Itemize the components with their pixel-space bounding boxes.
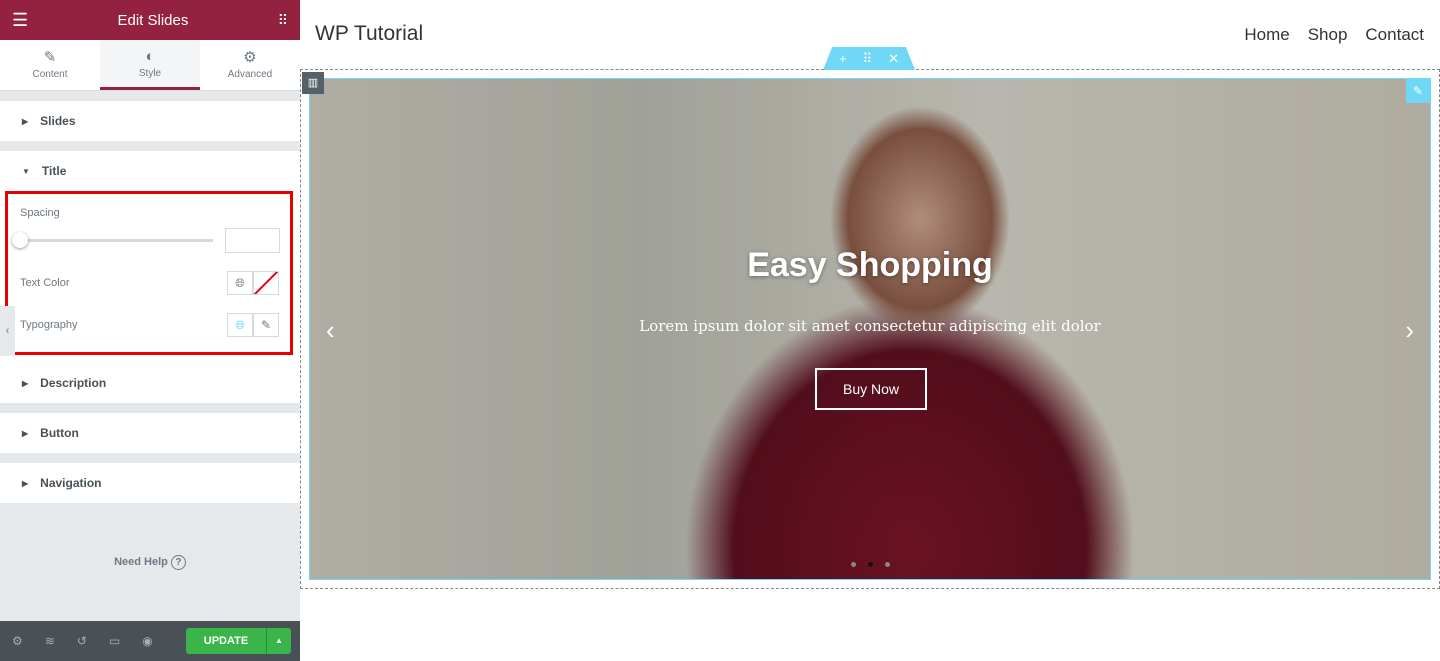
tab-label: Style: [138, 68, 162, 79]
need-help-link[interactable]: Need Help ?: [0, 555, 300, 570]
update-options-caret-icon[interactable]: ▲: [266, 628, 291, 654]
settings-icon[interactable]: ⚙: [12, 634, 23, 648]
editor-panel: ☰ Edit Slides ⠿ ✎ Content ◐ Style ⚙ Advance…: [0, 0, 300, 661]
column-handle-icon[interactable]: ▥: [302, 72, 324, 94]
global-fonts-icon[interactable]: 🌐︎: [227, 313, 253, 337]
global-colors-icon[interactable]: 🌐︎: [227, 271, 253, 295]
title-controls: Spacing Text Color 🌐︎ Typography 🌐︎ ✎: [0, 191, 300, 363]
section-label: Button: [40, 426, 79, 440]
section-label: Description: [40, 376, 107, 390]
panel-title: Edit Slides: [117, 11, 189, 29]
tab-style[interactable]: ◐ Style: [100, 40, 200, 90]
dot[interactable]: [850, 562, 856, 567]
slider-handle[interactable]: [12, 232, 28, 248]
section-label: Navigation: [40, 476, 102, 490]
slide-title: Easy Shopping: [747, 246, 993, 284]
section-button[interactable]: ▶ Button: [0, 413, 300, 453]
contrast-icon: ◐: [145, 48, 155, 65]
hamburger-menu-icon[interactable]: ☰: [12, 10, 28, 31]
site-nav: Home Shop Contact: [1244, 25, 1424, 45]
question-icon: ?: [170, 555, 186, 570]
preview-eye-icon[interactable]: ◉: [142, 634, 152, 648]
navigator-layers-icon[interactable]: ≋: [45, 634, 55, 648]
caret-right-icon: ▶: [22, 378, 29, 388]
spacing-slider[interactable]: [20, 239, 213, 242]
drag-icon[interactable]: ⠿: [863, 47, 873, 70]
edit-widget-pencil-icon[interactable]: ✎: [1406, 79, 1430, 103]
next-arrow-icon[interactable]: ›: [1405, 315, 1414, 346]
section-title[interactable]: ▼ Title: [0, 151, 300, 191]
section-label: Slides: [40, 114, 76, 128]
nav-shop[interactable]: Shop: [1308, 25, 1348, 45]
collapse-panel-button[interactable]: ‹: [0, 306, 15, 356]
spacing-input[interactable]: [225, 228, 280, 253]
caret-right-icon: ▶: [22, 116, 29, 126]
gear-icon: ⚙: [243, 49, 257, 66]
color-picker[interactable]: [253, 271, 279, 295]
widgets-grid-icon[interactable]: ⠿: [278, 12, 288, 29]
edit-pencil-icon[interactable]: ✎: [253, 313, 279, 337]
pencil-icon: ✎: [43, 49, 57, 66]
close-icon[interactable]: ✕: [888, 47, 899, 70]
tab-label: Advanced: [227, 69, 273, 80]
page-preview: WP Tutorial Home Shop Contact + ⠿ ✕ Easy S…: [300, 0, 1440, 661]
tab-advanced[interactable]: ⚙ Advanced: [200, 40, 300, 90]
section-slides[interactable]: ▶ Slides: [0, 101, 300, 141]
help-label: Need Help: [114, 556, 168, 568]
dot-active[interactable]: [867, 562, 873, 567]
typography-label: Typography: [20, 319, 78, 331]
prev-arrow-icon[interactable]: ‹: [326, 315, 335, 346]
responsive-mode-icon[interactable]: ▭: [109, 634, 120, 648]
nav-home[interactable]: Home: [1244, 25, 1289, 45]
panel-header: ☰ Edit Slides ⠿: [0, 0, 300, 40]
nav-contact[interactable]: Contact: [1365, 25, 1424, 45]
buy-now-button[interactable]: Buy Now: [815, 368, 927, 410]
slide-description: Lorem ipsum dolor sit amet consectetur a…: [639, 317, 1101, 335]
section-description[interactable]: ▶ Description: [0, 363, 300, 403]
section-label: Title: [41, 164, 67, 178]
section-handle[interactable]: + ⠿ ✕: [823, 47, 915, 70]
add-icon[interactable]: +: [839, 47, 847, 70]
site-logo[interactable]: WP Tutorial: [315, 22, 423, 46]
caret-down-icon: ▼: [22, 166, 30, 176]
history-icon[interactable]: ↺: [77, 634, 87, 648]
dot[interactable]: [884, 562, 890, 567]
tab-label: Content: [32, 69, 68, 80]
slide-dots: [310, 562, 1430, 567]
tab-content[interactable]: ✎ Content: [0, 40, 100, 90]
caret-right-icon: ▶: [22, 478, 29, 488]
slides-widget[interactable]: Easy Shopping Lorem ipsum dolor sit amet…: [309, 78, 1431, 580]
update-button[interactable]: UPDATE: [186, 628, 266, 654]
spacing-label: Spacing: [20, 207, 60, 219]
caret-right-icon: ▶: [22, 428, 29, 438]
section-navigation[interactable]: ▶ Navigation: [0, 463, 300, 503]
text-color-label: Text Color: [20, 277, 70, 289]
panel-footer: ⚙ ≋ ↺ ▭ ◉ UPDATE ▲: [0, 621, 300, 661]
